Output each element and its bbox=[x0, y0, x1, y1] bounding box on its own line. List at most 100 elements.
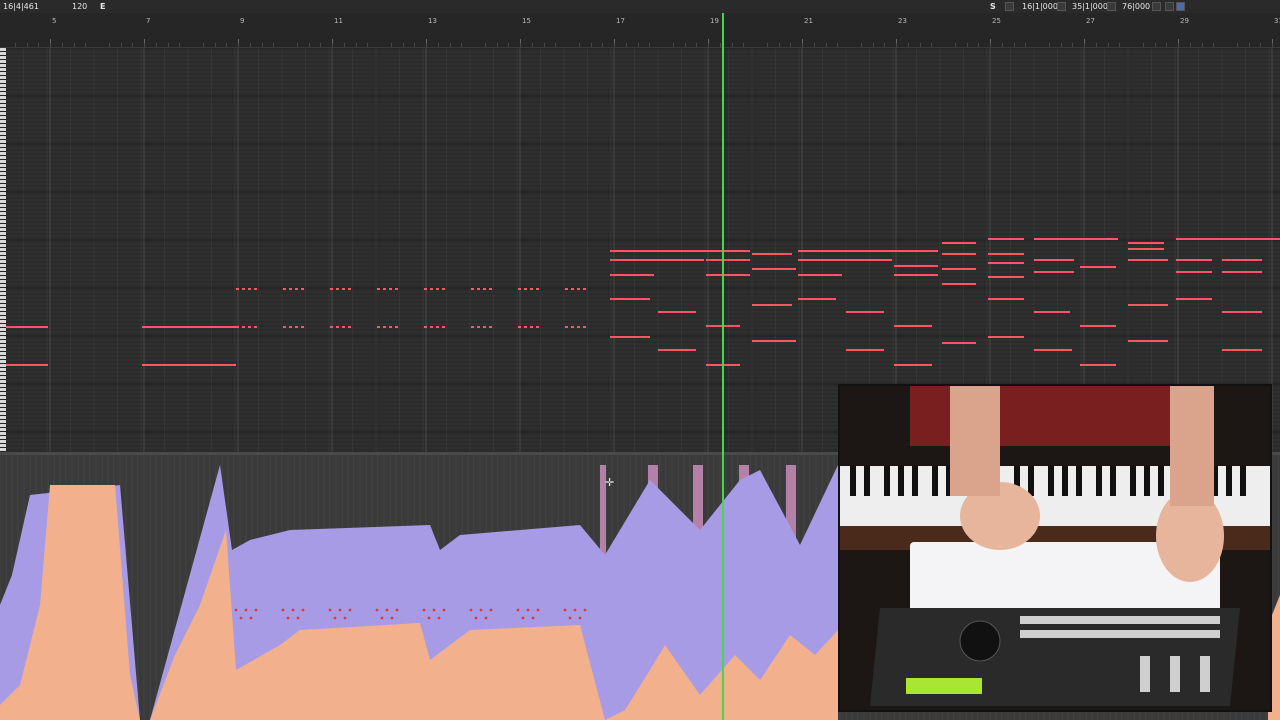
ruler-minor-tick bbox=[884, 43, 886, 47]
loop-end-field[interactable]: 35|1|000 bbox=[1072, 0, 1108, 13]
midi-note bbox=[236, 288, 239, 290]
midi-note bbox=[242, 326, 245, 328]
midi-note bbox=[1128, 340, 1168, 342]
ruler-minor-tick bbox=[1072, 43, 1074, 47]
midi-note bbox=[283, 288, 286, 290]
ruler-minor-tick bbox=[508, 43, 510, 47]
transport-toolbar: 16|4|461 120 E S 16|1|000 35|1|000 76|00… bbox=[0, 0, 1280, 13]
midi-note bbox=[752, 304, 792, 306]
midi-note bbox=[1176, 238, 1280, 240]
loop-start-stepper-icon[interactable] bbox=[1057, 2, 1066, 11]
ruler-bar-label: 13 bbox=[428, 17, 437, 25]
ruler-minor-tick bbox=[38, 43, 40, 47]
midi-note bbox=[389, 288, 392, 290]
ruler-minor-tick bbox=[1272, 43, 1273, 47]
ruler-minor-tick bbox=[684, 43, 686, 47]
midi-note bbox=[988, 336, 1024, 338]
ruler-minor-tick bbox=[731, 43, 733, 47]
velocity-point bbox=[432, 608, 436, 612]
midi-note bbox=[752, 340, 796, 342]
ruler-bar-label: 21 bbox=[804, 17, 813, 25]
velocity-point bbox=[489, 608, 493, 612]
zoom-menu-icon[interactable] bbox=[1152, 2, 1161, 11]
zoom-field[interactable]: 76|000 bbox=[1122, 0, 1150, 13]
ruler-minor-tick bbox=[1048, 43, 1050, 47]
loop-end-stepper-icon[interactable] bbox=[1107, 2, 1116, 11]
midi-note bbox=[571, 326, 574, 328]
velocity-point bbox=[479, 608, 483, 612]
velocity-point bbox=[390, 616, 394, 620]
ruler-minor-tick bbox=[214, 43, 216, 47]
ruler-minor-tick bbox=[367, 43, 369, 47]
ruler-minor-tick bbox=[1060, 43, 1062, 47]
ruler-minor-tick bbox=[26, 43, 28, 47]
timeline-ruler[interactable]: 5 7 9 11 13 15 17 19 21 23 25 27 29 31 bbox=[0, 13, 1280, 48]
ruler-minor-tick bbox=[226, 43, 228, 47]
midi-note bbox=[236, 326, 239, 328]
ruler-minor-tick bbox=[320, 43, 322, 47]
midi-note bbox=[658, 349, 696, 351]
midi-note bbox=[1176, 298, 1212, 300]
midi-note bbox=[706, 259, 750, 261]
ruler-minor-tick bbox=[402, 43, 404, 47]
midi-note bbox=[988, 276, 1024, 278]
velocity-point bbox=[395, 608, 399, 612]
midi-note bbox=[424, 326, 427, 328]
ruler-minor-tick bbox=[61, 43, 63, 47]
ruler-minor-tick bbox=[543, 43, 545, 47]
pointer-tool-icon[interactable] bbox=[1176, 2, 1185, 11]
midi-note bbox=[1034, 271, 1074, 273]
midi-note bbox=[1176, 271, 1212, 273]
velocity-point bbox=[291, 608, 295, 612]
midi-note bbox=[988, 253, 1024, 255]
position-readout[interactable]: 16|4|461 bbox=[3, 0, 39, 13]
velocity-point bbox=[427, 616, 431, 620]
ruler-minor-tick bbox=[1084, 43, 1085, 47]
ruler-minor-tick bbox=[449, 43, 451, 47]
midi-note bbox=[471, 288, 474, 290]
ruler-minor-tick bbox=[1001, 43, 1003, 47]
midi-note bbox=[395, 326, 398, 328]
ruler-minor-tick bbox=[1166, 43, 1168, 47]
ruler-minor-tick bbox=[590, 43, 592, 47]
piano-keys[interactable] bbox=[0, 48, 6, 452]
midi-note bbox=[477, 326, 480, 328]
ruler-minor-tick bbox=[825, 43, 827, 47]
midi-note bbox=[706, 250, 750, 252]
ruler-bar-label: 17 bbox=[616, 17, 625, 25]
velocity-point bbox=[375, 608, 379, 612]
loop-icon[interactable] bbox=[1005, 2, 1014, 11]
ruler-minor-tick bbox=[1248, 43, 1250, 47]
velocity-point bbox=[484, 616, 488, 620]
velocity-point bbox=[563, 608, 567, 612]
velocity-point bbox=[573, 608, 577, 612]
midi-note bbox=[342, 288, 345, 290]
velocity-point bbox=[583, 608, 587, 612]
midi-note bbox=[442, 326, 445, 328]
ruler-minor-tick bbox=[120, 43, 122, 47]
midi-note bbox=[530, 288, 533, 290]
midi-note bbox=[248, 326, 251, 328]
playhead[interactable] bbox=[722, 13, 724, 720]
window-toggle-icon[interactable] bbox=[1165, 2, 1174, 11]
midi-note bbox=[1222, 349, 1262, 351]
midi-note bbox=[295, 326, 298, 328]
ruler-bar-label: 25 bbox=[992, 17, 1001, 25]
midi-note bbox=[1128, 304, 1168, 306]
midi-note bbox=[565, 288, 568, 290]
loop-start-field[interactable]: 16|1|000 bbox=[1022, 0, 1058, 13]
edit-mode-button[interactable]: E bbox=[100, 0, 105, 13]
velocity-point bbox=[531, 616, 535, 620]
midi-note bbox=[610, 336, 650, 338]
snap-button[interactable]: S bbox=[990, 0, 996, 13]
ruler-minor-tick bbox=[144, 43, 145, 47]
tempo-readout[interactable]: 120 bbox=[72, 0, 87, 13]
velocity-point bbox=[521, 616, 525, 620]
midi-note bbox=[942, 268, 976, 270]
velocity-point bbox=[234, 608, 238, 612]
ruler-minor-tick bbox=[813, 43, 815, 47]
midi-note bbox=[846, 349, 884, 351]
midi-note bbox=[1034, 259, 1074, 261]
midi-note bbox=[1080, 325, 1116, 327]
ruler-minor-tick bbox=[578, 43, 580, 47]
